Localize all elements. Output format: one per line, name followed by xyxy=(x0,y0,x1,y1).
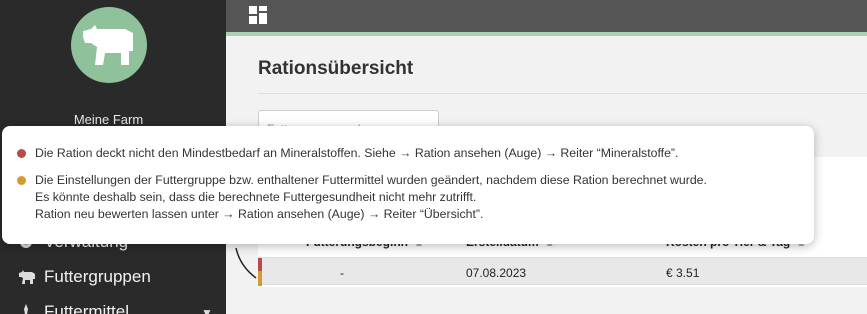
divider xyxy=(258,93,867,94)
warning-text: Die Ration deckt nicht den Mindestbedarf… xyxy=(35,146,679,160)
warning-text: Die Einstellungen der Futtergruppe bzw. … xyxy=(35,173,707,187)
sidebar-item-label: Futtermittel xyxy=(44,302,130,314)
farm-avatar[interactable] xyxy=(71,7,147,83)
page-title: Rationsübersicht xyxy=(258,58,414,79)
warning-text: Ration neu bewerten lassen unter → Ratio… xyxy=(35,207,484,221)
feed-icon xyxy=(18,304,36,314)
sidebar-item-futtermittel[interactable]: Futtermittel xyxy=(18,302,129,314)
warning-dot-red xyxy=(17,149,26,158)
sidebar-item-label: Futtergruppen xyxy=(44,267,151,286)
warning-dot-yellow xyxy=(17,176,26,185)
cow-icon xyxy=(18,269,36,285)
warning-tooltip: Die Ration deckt nicht den Mindestbedarf… xyxy=(2,126,814,244)
grid-menu-icon[interactable] xyxy=(249,6,267,24)
sidebar-item-futtergruppen[interactable]: Futtergruppen xyxy=(18,267,151,287)
cell-start: - xyxy=(340,266,344,280)
cell-cost: € 3.51 xyxy=(666,266,700,280)
warning-text: Es könnte deshalb sein, dass die berechn… xyxy=(35,190,477,204)
farm-name: Meine Farm xyxy=(73,112,144,127)
tooltip-pointer xyxy=(235,247,257,279)
cow-icon xyxy=(83,25,133,65)
chevron-down-icon[interactable]: ▼ xyxy=(201,306,213,314)
topbar xyxy=(226,0,867,36)
cell-created: 07.08.2023 xyxy=(466,266,527,280)
table-row[interactable]: - 07.08.2023 € 3.51 xyxy=(258,257,867,286)
